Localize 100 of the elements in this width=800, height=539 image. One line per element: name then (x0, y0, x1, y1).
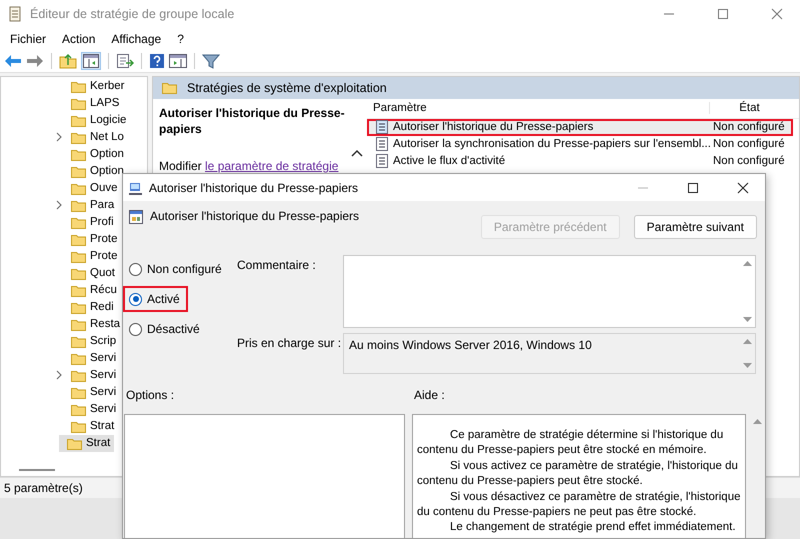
radio-button[interactable] (129, 262, 142, 276)
tree-item[interactable]: Servi (59, 350, 116, 367)
tree-label: Strat (90, 420, 114, 432)
tree-item[interactable]: LAPS (59, 94, 120, 112)
forward-arrow-icon[interactable] (26, 54, 44, 68)
tree-item[interactable]: Récu (59, 282, 117, 299)
scroll-thumb-icon[interactable] (19, 468, 55, 472)
table-cell-text: Non configuré (712, 155, 786, 168)
edit-policy-link[interactable]: le paramètre de stratégie (205, 158, 338, 173)
comment-label: Commentaire : (237, 257, 317, 274)
menu-item[interactable]: Fichier (4, 32, 52, 46)
table-cell: Active le flux d'activité (393, 155, 506, 168)
help-paragraph: Si vous activez ce paramètre de stratégie, l'historique du contenu du Presse-papiers peut être stocké. (417, 458, 739, 490)
folder-icon (67, 436, 82, 450)
tree-item[interactable]: Net Lo (59, 128, 124, 146)
tree-item[interactable]: Prote (59, 230, 118, 248)
tree-item[interactable]: Servi (59, 400, 116, 418)
folder-icon (71, 198, 86, 212)
menu-item[interactable]: Action (56, 32, 102, 46)
tree-item[interactable]: Kerber (59, 78, 125, 95)
status-text: 5 paramètre(s) (4, 481, 83, 495)
tree-label: Redi (90, 301, 114, 314)
tree-item[interactable]: Scrip (59, 332, 116, 350)
notepad-icon (8, 6, 22, 22)
folder-icon (71, 164, 86, 178)
tree-item[interactable]: Profi (59, 214, 114, 231)
folder-icon (162, 81, 177, 94)
filter-icon[interactable] (202, 52, 220, 69)
policy-icon (375, 120, 389, 134)
folder-icon (71, 216, 86, 229)
policy-sheet-icon (128, 209, 144, 225)
tree-item[interactable]: Resta (59, 316, 120, 333)
tree-item[interactable]: Servi (59, 384, 116, 401)
folder-icon (71, 266, 86, 280)
tree-label: Resta (90, 318, 120, 330)
folder-up-icon[interactable] (59, 52, 77, 69)
chevron-icon[interactable] (55, 370, 63, 380)
list-row[interactable]: Autoriser la synchronisation du Presse-papiers sur l'ensembl... Non configuré (367, 136, 793, 153)
column-header[interactable]: Paramètre (367, 102, 709, 114)
tree-item[interactable]: Option (59, 146, 124, 163)
help-paragraph: Le changement de stratégie prend effet immédiatement. (449, 520, 737, 536)
export-list-icon[interactable] (116, 52, 134, 69)
tree-item[interactable]: Logicie (59, 112, 126, 129)
table-cell-text: Non configuré (712, 121, 786, 134)
column-header[interactable]: État (709, 102, 789, 114)
folder-icon (71, 96, 86, 110)
back-arrow-icon[interactable] (4, 54, 22, 68)
tree-item[interactable]: Strat (59, 434, 114, 452)
help-paragraph: Si vous désactivez ce paramètre de stratégie, l'historique du contenu du Presse-papiers ne peut pas être stocké. (417, 490, 742, 520)
tree-item[interactable]: Servi (59, 366, 116, 384)
scroll-up-icon[interactable] (351, 148, 363, 157)
menu-item[interactable]: ? (171, 32, 190, 46)
radio-button[interactable] (129, 322, 142, 336)
tree-label: Prote (90, 250, 118, 262)
radio-option[interactable]: Non configuré (125, 258, 228, 280)
folder-icon (71, 284, 86, 297)
setting-button[interactable]: Paramètre suivant (634, 215, 757, 239)
tree-item[interactable]: Option (59, 162, 124, 180)
comment-field[interactable] (343, 255, 756, 328)
tree-item[interactable]: Strat (59, 418, 114, 435)
folder-icon (71, 80, 86, 93)
dialog-title: Autoriser l'historique du Presse-papiers (149, 180, 358, 194)
tree-item[interactable]: Para (59, 196, 114, 214)
tree-label: Servi (90, 369, 116, 382)
folder-icon (71, 402, 86, 416)
tree-label: Servi (90, 403, 116, 416)
tree-label: Para (90, 199, 114, 212)
tree-label: Profi (90, 216, 114, 228)
folder-icon (71, 182, 86, 195)
chevron-icon[interactable] (55, 200, 63, 210)
tree-item[interactable]: Redi (59, 298, 114, 316)
tree-item[interactable]: Quot (59, 264, 115, 282)
tree-item[interactable]: Prote (59, 248, 118, 265)
tree-item[interactable]: Ouve (59, 180, 118, 197)
radio-option[interactable]: Désactivé (125, 318, 206, 340)
tree-label: Kerber (90, 80, 125, 92)
tree-label: Quot (90, 267, 115, 280)
help-paragraph: Ce paramètre de stratégie détermine si l'historique du contenu du Presse-papiers peut être stocké en mémoire. (417, 428, 724, 458)
menu-item[interactable]: Affichage (105, 32, 168, 46)
action-pane-icon[interactable] (169, 54, 187, 68)
radio-option[interactable]: Activé (125, 288, 186, 310)
list-row[interactable]: Active le flux d'activité Non configuré (367, 152, 793, 170)
list-row[interactable]: Autoriser l'historique du Presse-papiers Non configuré (367, 118, 793, 136)
table-cell: Autoriser l'historique du Presse-papiers (393, 121, 594, 134)
folder-icon (71, 130, 86, 144)
help-icon[interactable] (149, 52, 165, 69)
folder-icon (71, 334, 86, 348)
tree-label: Logicie (90, 114, 126, 126)
tree-label: Option (90, 165, 124, 178)
folder-icon (71, 148, 86, 161)
tree-label: Récu (90, 284, 117, 296)
scroll-down-icon[interactable] (743, 317, 752, 323)
chevron-icon[interactable] (55, 132, 63, 142)
show-tree-button[interactable] (81, 52, 101, 70)
panel-icon (83, 54, 99, 68)
supported-value: Au moins Windows Server 2016, Windows 10 (349, 338, 592, 354)
tree-label: Servi (90, 352, 116, 364)
pane-title: Stratégies de système d'exploitation (187, 80, 387, 95)
radio-button[interactable] (129, 292, 142, 306)
tree-label: Net Lo (90, 131, 124, 144)
